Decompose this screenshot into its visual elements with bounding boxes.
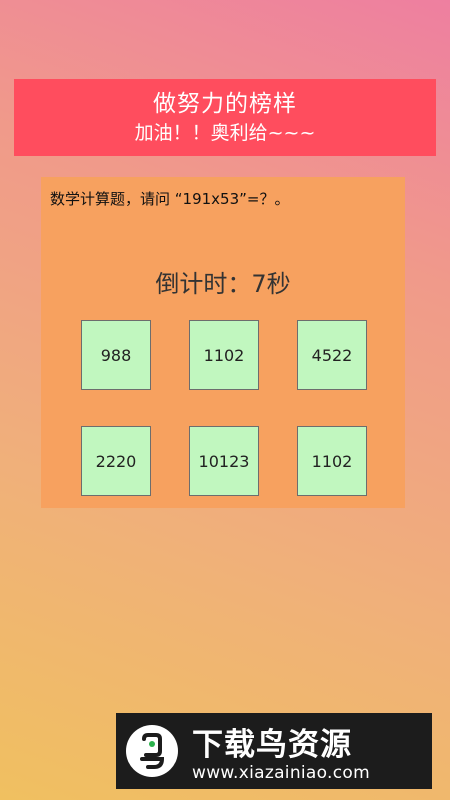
header-banner: 做努力的榜样 加油！！奥利给~~~: [14, 79, 436, 156]
answer-option-6[interactable]: 1102: [297, 426, 367, 496]
answer-option-1[interactable]: 988: [81, 320, 151, 390]
countdown-timer: 倒计时：7秒: [155, 270, 291, 298]
question-text: 数学计算题，请问 “191x53”=？。: [50, 190, 290, 208]
page-subtitle: 加油！！奥利给~~~: [134, 121, 316, 144]
answer-option-4[interactable]: 2220: [81, 426, 151, 496]
watermark-banner: 下载鸟资源 www.xiazainiao.com: [116, 713, 432, 789]
brand-url: www.xiazainiao.com: [192, 763, 370, 783]
answer-option-2[interactable]: 1102: [189, 320, 259, 390]
page-title: 做努力的榜样: [153, 90, 297, 117]
bird-logo-icon: [126, 725, 178, 777]
brand-name: 下载鸟资源: [192, 727, 352, 763]
quiz-panel: 数学计算题，请问 “191x53”=？。 倒计时：7秒 988 1102 452…: [41, 177, 405, 508]
answer-option-3[interactable]: 4522: [297, 320, 367, 390]
answer-option-5[interactable]: 10123: [189, 426, 259, 496]
